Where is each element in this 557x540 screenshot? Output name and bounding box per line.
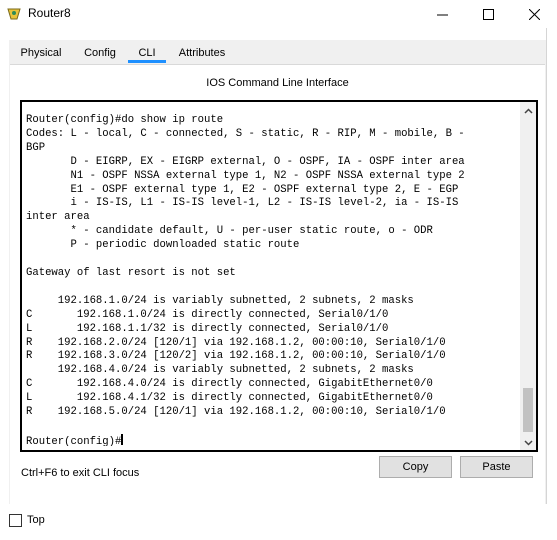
- terminal-line: 192.168.4.0/24 is variably subnetted, 2 …: [26, 364, 414, 377]
- tab-config[interactable]: Config: [79, 42, 121, 64]
- terminal-line: R 192.168.3.0/24 [120/2] via 192.168.1.2…: [26, 350, 446, 363]
- terminal-line: L 192.168.1.1/32 is directly connected, …: [26, 322, 389, 335]
- cli-terminal-output[interactable]: Router(config)#do show ip route Codes: L …: [26, 114, 512, 446]
- close-button[interactable]: [511, 0, 557, 28]
- terminal-line: R 192.168.2.0/24 [120/1] via 192.168.1.2…: [26, 336, 446, 349]
- terminal-line: Gateway of last resort is not set: [26, 266, 236, 279]
- cli-content: IOS Command Line Interface Router(config…: [10, 64, 545, 505]
- maximize-button[interactable]: [465, 0, 511, 28]
- terminal-line: BGP: [26, 141, 46, 154]
- terminal-line: Codes: L - local, C - connected, S - sta…: [26, 127, 465, 140]
- device-panel: Physical Config CLI Attributes IOS Comma…: [9, 40, 546, 505]
- window-footer: Top: [0, 504, 557, 540]
- terminal-line: P - periodic downloaded static route: [26, 239, 300, 252]
- title-bar: Router8: [0, 0, 557, 28]
- close-icon: [528, 8, 540, 21]
- terminal-line: * - candidate default, U - per-user stat…: [26, 225, 433, 238]
- terminal-line: L 192.168.4.1/32 is directly connected, …: [26, 392, 433, 405]
- tab-attributes[interactable]: Attributes: [175, 42, 229, 64]
- active-tab-indicator: [128, 60, 166, 63]
- terminal-line: C 192.168.1.0/24 is directly connected, …: [26, 308, 389, 321]
- top-checkbox-label: Top: [27, 514, 45, 526]
- cli-terminal-frame: Router(config)#do show ip route Codes: L …: [20, 100, 538, 452]
- cli-focus-hint: Ctrl+F6 to exit CLI focus: [21, 467, 140, 479]
- window-edge-divider: [546, 28, 547, 504]
- minimize-icon: [436, 14, 448, 16]
- terminal-scrollbar[interactable]: [520, 102, 536, 450]
- paste-button[interactable]: Paste: [460, 456, 533, 478]
- text-cursor: [121, 433, 124, 445]
- terminal-line: Router(config)#do show ip route: [26, 114, 224, 126]
- terminal-line: N1 - OSPF NSSA external type 1, N2 - OSP…: [26, 169, 465, 182]
- top-checkbox[interactable]: [9, 514, 22, 527]
- terminal-line: Router(config)#: [26, 433, 124, 446]
- minimize-button[interactable]: [419, 0, 465, 28]
- scroll-up-arrow[interactable]: [520, 102, 536, 118]
- window-edge: [546, 28, 557, 504]
- cli-heading: IOS Command Line Interface: [206, 77, 349, 89]
- window-title: Router8: [28, 6, 71, 20]
- terminal-line: i - IS-IS, L1 - IS-IS level-1, L2 - IS-I…: [26, 197, 459, 210]
- copy-button[interactable]: Copy: [379, 456, 452, 478]
- chevron-up-icon: [523, 108, 533, 114]
- terminal-line: inter area: [26, 211, 90, 224]
- scrollbar-thumb[interactable]: [523, 388, 533, 432]
- terminal-line: D - EIGRP, EX - EIGRP external, O - OSPF…: [26, 155, 465, 168]
- maximize-icon: [482, 9, 494, 21]
- router-app-icon: [7, 8, 21, 20]
- tab-physical[interactable]: Physical: [15, 42, 67, 64]
- terminal-line: E1 - OSPF external type 1, E2 - OSPF ext…: [26, 183, 459, 196]
- terminal-line: 192.168.1.0/24 is variably subnetted, 2 …: [26, 294, 414, 307]
- chevron-down-icon: [523, 440, 533, 446]
- scroll-down-arrow[interactable]: [520, 434, 536, 450]
- terminal-line: C 192.168.4.0/24 is directly connected, …: [26, 378, 433, 391]
- terminal-line: R 192.168.5.0/24 [120/1] via 192.168.1.2…: [26, 406, 446, 419]
